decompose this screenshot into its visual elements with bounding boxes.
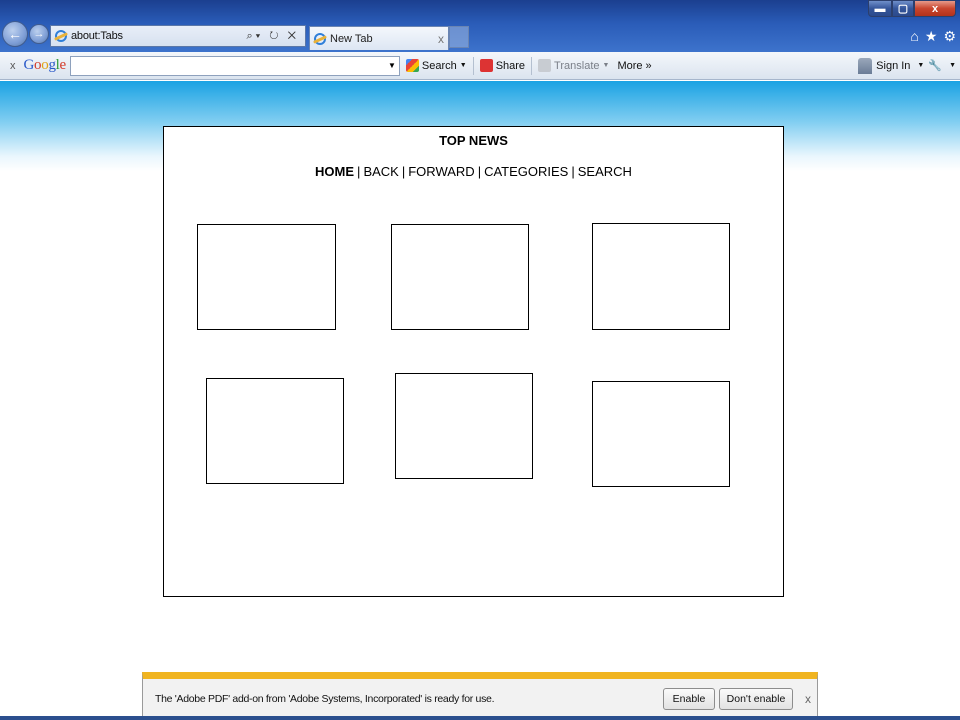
search-dropdown-icon[interactable]: ▼ bbox=[388, 61, 396, 70]
browser-command-icons: ⌂ ★ ⚙ bbox=[910, 28, 956, 45]
tab-label: New Tab bbox=[330, 32, 373, 45]
enable-button[interactable]: Enable bbox=[663, 688, 715, 710]
translate-icon bbox=[538, 59, 552, 72]
chevron-down-icon: ▼ bbox=[459, 62, 467, 69]
close-window-button[interactable]: x bbox=[914, 0, 956, 17]
news-box-5[interactable] bbox=[395, 373, 533, 479]
wrench-icon[interactable]: 🔧 bbox=[928, 59, 942, 72]
taskbar-edge bbox=[0, 716, 960, 720]
news-wireframe: TOP NEWS HOME | BACK | FORWARD | CATEGORIES | SE… bbox=[163, 126, 784, 597]
forward-arrow-icon: → bbox=[33, 28, 45, 40]
nav-separator: | bbox=[357, 164, 361, 179]
toolbar-right-group: Sign In ▼ 🔧 ▼ bbox=[858, 57, 956, 74]
ie-page-icon bbox=[55, 30, 67, 42]
chevron-down-icon[interactable]: ▼ bbox=[917, 62, 924, 69]
share-button[interactable]: Share bbox=[478, 59, 527, 72]
news-box-3[interactable] bbox=[592, 223, 730, 330]
window-controls: ▬ ▢ x bbox=[868, 0, 956, 18]
sign-in-button[interactable]: Sign In bbox=[876, 60, 910, 72]
home-icon[interactable]: ⌂ bbox=[910, 28, 918, 45]
nav-search-link[interactable]: SEARCH bbox=[578, 164, 632, 179]
more-button[interactable]: More » bbox=[615, 60, 653, 72]
minimize-button[interactable]: ▬ bbox=[868, 0, 892, 17]
more-label: More » bbox=[617, 59, 652, 72]
maximize-button[interactable]: ▢ bbox=[892, 0, 914, 17]
nav-separator: | bbox=[401, 164, 406, 179]
nav-separator: | bbox=[571, 164, 575, 179]
dont-enable-button[interactable]: Don't enable bbox=[719, 688, 793, 710]
addon-notification-bar: The 'Adobe PDF' add-on from 'Adobe Syste… bbox=[142, 672, 818, 720]
back-button[interactable]: ← bbox=[2, 21, 28, 47]
nav-categories-link[interactable]: CATEGORIES bbox=[484, 164, 568, 179]
news-box-4[interactable] bbox=[206, 378, 344, 484]
tab-close-icon[interactable]: x bbox=[438, 32, 444, 46]
google-search-input[interactable]: ▼ bbox=[69, 55, 400, 76]
nav-home-link[interactable]: HOME bbox=[315, 164, 354, 179]
google-toolbar: x Google ▼ Search ▼ Share Translate ▼ Mo… bbox=[0, 52, 960, 80]
search-button[interactable]: Search ▼ bbox=[404, 59, 469, 72]
back-arrow-icon: ← bbox=[8, 26, 22, 42]
ie-tab-icon bbox=[314, 32, 326, 45]
address-bar[interactable]: about:Tabs ⌕▾ ↻ ✕ bbox=[50, 25, 306, 47]
title-bar: ▬ ▢ x ← → about:Tabs ⌕▾ ↻ ✕ New Tab x ⌂ … bbox=[0, 0, 960, 52]
search-label: Search bbox=[421, 59, 457, 72]
news-box-2[interactable] bbox=[391, 224, 529, 330]
translate-label: Translate bbox=[554, 59, 600, 72]
share-icon bbox=[479, 59, 493, 72]
notification-message: The 'Adobe PDF' add-on from 'Adobe Syste… bbox=[155, 693, 495, 705]
address-tools-icons[interactable]: ⌕▾ ↻ ✕ bbox=[246, 30, 299, 43]
nav-back-link[interactable]: BACK bbox=[363, 164, 398, 179]
nav-forward-link[interactable]: FORWARD bbox=[408, 164, 474, 179]
news-box-1[interactable] bbox=[197, 224, 336, 330]
translate-button[interactable]: Translate ▼ bbox=[536, 59, 611, 72]
new-tab-button[interactable] bbox=[449, 26, 469, 48]
notification-close-icon[interactable]: x bbox=[805, 692, 811, 706]
site-nav: HOME | BACK | FORWARD | CATEGORIES | SEARCH bbox=[164, 164, 783, 179]
toolbar-close-icon[interactable]: x bbox=[10, 60, 16, 72]
nav-separator: | bbox=[477, 164, 482, 179]
news-box-6[interactable] bbox=[592, 381, 730, 487]
google-search-icon bbox=[405, 59, 419, 72]
avatar-icon bbox=[858, 57, 873, 74]
chevron-down-icon[interactable]: ▼ bbox=[949, 62, 956, 69]
address-url[interactable]: about:Tabs bbox=[71, 30, 246, 42]
tools-gear-icon[interactable]: ⚙ bbox=[943, 28, 956, 45]
tab-new-tab[interactable]: New Tab x bbox=[309, 26, 449, 50]
toolbar-divider bbox=[472, 56, 474, 75]
page-title: TOP NEWS bbox=[439, 133, 508, 148]
google-logo: Google bbox=[23, 57, 67, 73]
chevron-down-icon: ▼ bbox=[602, 62, 610, 69]
favorites-star-icon[interactable]: ★ bbox=[925, 28, 938, 45]
toolbar-divider bbox=[531, 56, 533, 75]
forward-button[interactable]: → bbox=[29, 24, 49, 44]
share-label: Share bbox=[495, 59, 526, 72]
